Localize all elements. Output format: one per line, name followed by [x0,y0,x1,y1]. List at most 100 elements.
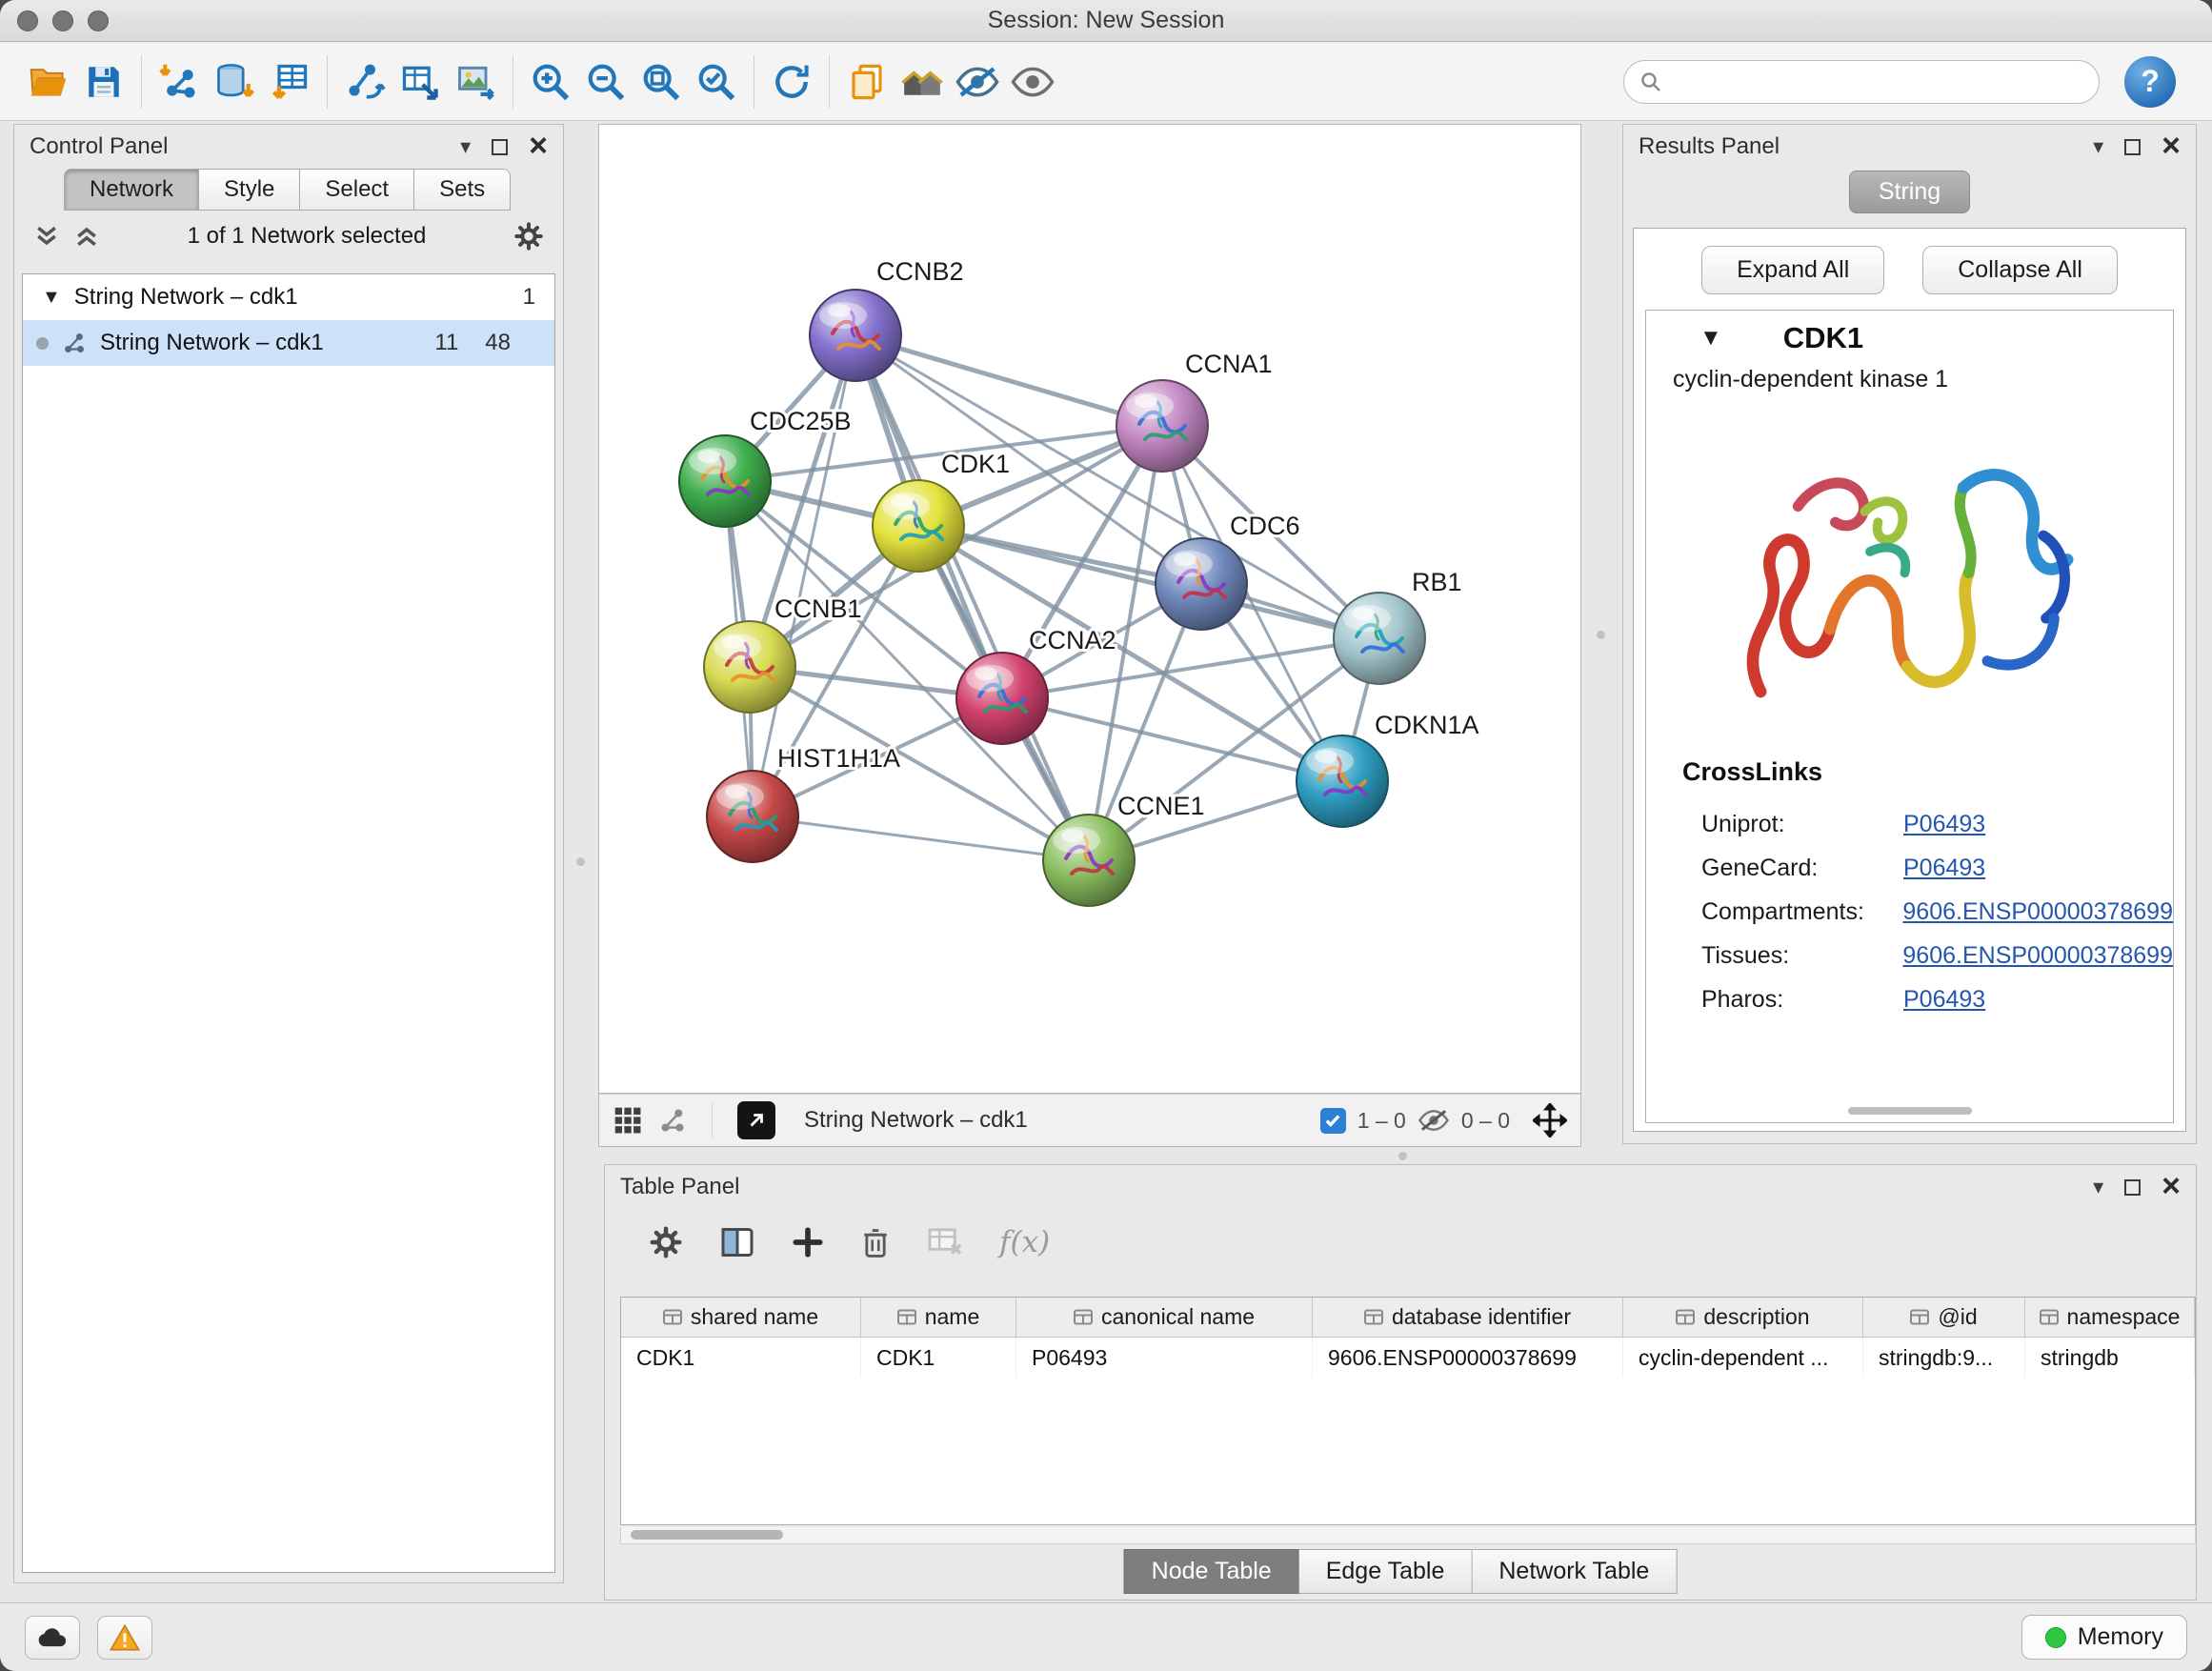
tab-edge-table[interactable]: Edge Table [1299,1549,1473,1594]
table-cell[interactable]: CDK1 [621,1338,861,1378]
network-row-selected[interactable]: String Network – cdk1 11 48 [23,320,554,366]
cloud-button[interactable] [25,1616,80,1660]
network-edge[interactable] [855,335,1089,860]
network-edge[interactable] [918,526,1379,638]
network-from-table-button[interactable] [392,52,448,111]
collapse-all-icon[interactable] [33,223,60,250]
column-header-shared-name[interactable]: shared name [621,1298,861,1337]
clone-network-button[interactable] [839,52,895,111]
float-panel-icon[interactable] [2124,1179,2141,1196]
home-button[interactable] [895,52,950,111]
tab-string[interactable]: String [1849,171,1970,213]
table-cell[interactable]: stringdb [2025,1338,2195,1378]
column-header-namespace[interactable]: namespace [2025,1298,2195,1337]
export-image-button[interactable] [448,52,503,111]
table-cell[interactable]: 9606.ENSP00000378699 [1313,1338,1623,1378]
import-table-button[interactable] [262,52,317,111]
open-in-new-window-button[interactable] [737,1101,775,1139]
import-network-button[interactable] [151,52,207,111]
gear-icon[interactable] [513,221,544,252]
float-panel-icon[interactable] [2124,139,2141,155]
network-node[interactable] [1334,593,1425,684]
network-edge[interactable] [753,816,1089,860]
zoom-out-button[interactable] [578,52,633,111]
close-panel-icon[interactable]: × [2162,133,2181,159]
collapse-panel-icon[interactable]: ▾ [2093,1175,2103,1199]
save-session-button[interactable] [76,52,131,111]
collapse-panel-icon[interactable]: ▾ [2093,134,2103,159]
table-row[interactable]: CDK1CDK1P064939606.ENSP00000378699cyclin… [621,1338,2195,1378]
delete-column-trash-icon[interactable] [860,1226,891,1258]
network-node[interactable] [707,771,798,862]
crosslink-link[interactable]: P06493 [1903,855,1985,882]
horizontal-splitter-handle[interactable] [1398,1152,1407,1160]
show-columns-icon[interactable] [719,1225,755,1259]
refresh-button[interactable] [764,52,819,111]
show-all-button[interactable] [1005,52,1060,111]
tab-network[interactable]: Network [64,169,199,211]
vertical-splitter-handle[interactable] [1597,631,1605,639]
collapse-panel-icon[interactable]: ▾ [460,134,471,159]
network-node[interactable] [873,480,964,572]
column-header-canonical-name[interactable]: canonical name [1016,1298,1313,1337]
window-zoom-button[interactable] [88,10,109,31]
disclosure-triangle-icon[interactable]: ▼ [42,287,61,309]
expand-all-button[interactable]: Expand All [1701,246,1884,294]
selected-elements-checkbox[interactable] [1320,1108,1346,1134]
network-node[interactable] [1156,538,1247,630]
create-column-plus-icon[interactable] [792,1226,824,1258]
birds-eye-view-icon[interactable] [613,1105,643,1136]
network-node[interactable] [1297,735,1388,827]
network-collection-row[interactable]: ▼ String Network – cdk1 1 [23,274,554,320]
table-cell[interactable]: stringdb:9... [1863,1338,2025,1378]
tab-sets[interactable]: Sets [414,169,511,211]
expand-all-icon[interactable] [73,223,100,250]
table-settings-gear-icon[interactable] [649,1225,683,1259]
help-button[interactable]: ? [2124,56,2176,108]
network-node[interactable] [1043,815,1135,906]
crosslink-link[interactable]: 9606.ENSP00000378699 [1902,942,2173,970]
window-minimize-button[interactable] [52,10,73,31]
hide-selected-button[interactable] [950,52,1005,111]
column-header-description[interactable]: description [1623,1298,1863,1337]
network-node[interactable] [704,621,795,713]
column-header-@id[interactable]: @id [1863,1298,2025,1337]
column-header-database-identifier[interactable]: database identifier [1313,1298,1623,1337]
warnings-button[interactable] [97,1616,152,1660]
results-scrollbar-thumb[interactable] [1848,1107,1972,1115]
crosslink-link[interactable]: P06493 [1903,811,1985,838]
network-edge[interactable] [855,335,1162,426]
import-network-from-database-button[interactable] [207,52,262,111]
vertical-splitter-handle[interactable] [576,857,585,866]
scrollbar-thumb[interactable] [631,1530,783,1540]
tab-style[interactable]: Style [199,169,300,211]
table-cell[interactable]: cyclin-dependent ... [1623,1338,1863,1378]
network-graph[interactable]: CCNB2CCNA1CDC25BCDK1CDC6RB1CCNB1CCNA2CDK… [599,125,1580,1093]
gene-disclosure-triangle-icon[interactable]: ▼ [1699,325,1722,352]
network-node[interactable] [679,435,771,527]
collapse-all-button[interactable]: Collapse All [1922,246,2118,294]
zoom-selected-button[interactable] [689,52,744,111]
table-cell[interactable]: CDK1 [861,1338,1016,1378]
column-header-name[interactable]: name [861,1298,1016,1337]
network-overview-share-icon[interactable] [658,1106,687,1135]
float-panel-icon[interactable] [492,139,508,155]
network-view[interactable]: CCNB2CCNA1CDC25BCDK1CDC6RB1CCNB1CCNA2CDK… [598,124,1581,1094]
network-node[interactable] [1116,380,1208,472]
pan-crosshair-icon[interactable] [1533,1103,1567,1137]
close-panel-icon[interactable]: × [529,133,548,159]
new-network-from-selection-button[interactable] [337,52,392,111]
network-node[interactable] [956,653,1048,744]
zoom-fit-button[interactable] [633,52,689,111]
tab-node-table[interactable]: Node Table [1124,1549,1299,1594]
table-horizontal-scrollbar[interactable] [620,1527,2196,1544]
close-panel-icon[interactable]: × [2162,1174,2181,1199]
table-cell[interactable]: P06493 [1016,1338,1313,1378]
window-close-button[interactable] [17,10,38,31]
crosslink-link[interactable]: 9606.ENSP00000378699 [1902,898,2173,926]
tab-select[interactable]: Select [300,169,414,211]
tab-network-table[interactable]: Network Table [1472,1549,1677,1594]
crosslink-link[interactable]: P06493 [1903,986,1985,1014]
search-input[interactable] [1672,69,2083,95]
open-file-button[interactable] [21,52,76,111]
